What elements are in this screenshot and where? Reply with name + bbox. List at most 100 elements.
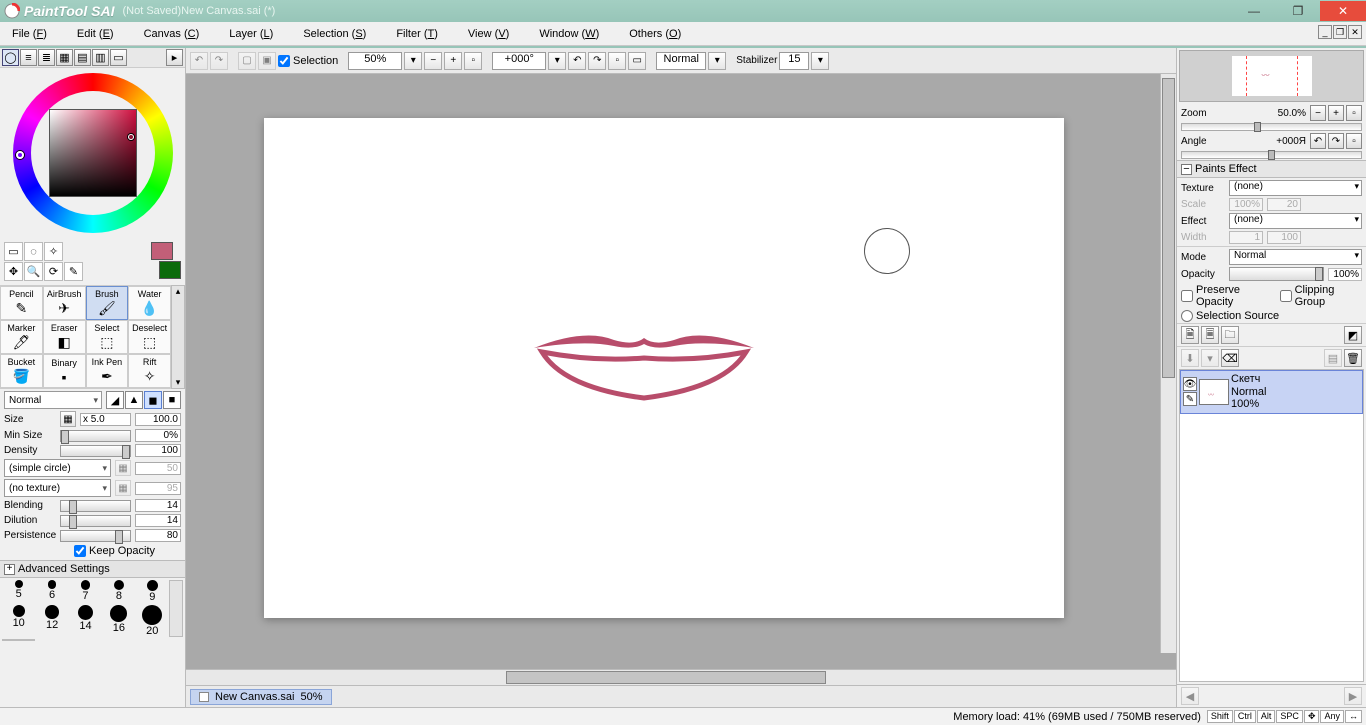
dilution-value[interactable]: 14 — [135, 514, 181, 527]
tool-wand[interactable]: ✧ — [44, 242, 63, 261]
fx-texture-dropdown[interactable]: (none) — [1229, 180, 1362, 196]
nav-zoom-reset-button[interactable]: ▫ — [1346, 105, 1362, 121]
brush-texture-dropdown[interactable]: (no texture) — [4, 479, 111, 497]
zoom-dropdown-button[interactable]: ▾ — [404, 52, 422, 70]
selection-source-radio[interactable] — [1181, 310, 1193, 322]
color-grid2-button[interactable]: ▤ — [74, 49, 91, 66]
color-collapse-button[interactable]: ▸ — [166, 49, 183, 66]
brush-blendmode-dropdown[interactable]: Normal — [4, 391, 102, 409]
tool-rotate[interactable]: ⟳ — [44, 262, 63, 281]
density-value[interactable]: 100 — [135, 444, 181, 457]
blending-slider[interactable] — [60, 500, 131, 512]
zoom-in-button[interactable]: + — [444, 52, 462, 70]
nav-zoom-slider[interactable] — [1181, 123, 1362, 131]
blending-value[interactable]: 14 — [135, 499, 181, 512]
nav-rot-ccw-button[interactable]: ↶ — [1310, 133, 1326, 149]
menu-edit[interactable]: Edit (E) — [71, 26, 120, 42]
menu-window[interactable]: Window (W) — [533, 26, 605, 42]
deselect-button[interactable]: ▢ — [238, 52, 256, 70]
hue-cursor[interactable] — [16, 151, 24, 159]
tool-dropper[interactable]: ✎ — [64, 262, 83, 281]
persistence-slider[interactable] — [60, 530, 131, 542]
nav-rot-reset-button[interactable]: ▫ — [1346, 133, 1362, 149]
color-grid3-button[interactable]: ▥ — [92, 49, 109, 66]
tool-rect-select[interactable]: ▭ — [4, 242, 23, 261]
fg-color-swatch[interactable] — [151, 242, 173, 260]
brush-size-16[interactable]: 16 — [102, 605, 135, 637]
undo-button[interactable]: ↶ — [190, 52, 208, 70]
invert-sel-button[interactable]: ▣ — [258, 52, 276, 70]
brush-shape-dropdown[interactable]: (simple circle) — [4, 459, 111, 477]
rotate-ccw-button[interactable]: ↶ — [568, 52, 586, 70]
edge-shape-4[interactable]: ■ — [163, 391, 181, 409]
minsize-slider[interactable] — [60, 430, 131, 442]
brush-tool-water[interactable]: Water💧 — [128, 286, 171, 320]
layer-opacity-slider[interactable] — [1229, 267, 1324, 281]
tool-zoom[interactable]: 🔍 — [24, 262, 43, 281]
show-selection-checkbox[interactable] — [278, 55, 290, 67]
angle-dropdown-button[interactable]: ▾ — [548, 52, 566, 70]
nav-angle-slider[interactable] — [1181, 151, 1362, 159]
keep-opacity-checkbox[interactable] — [74, 545, 86, 557]
brush-tool-eraser[interactable]: Eraser◧ — [43, 320, 86, 354]
brush-tool-pencil[interactable]: Pencil✎ — [0, 286, 43, 320]
horizontal-scrollbar[interactable] — [186, 669, 1176, 685]
canvas[interactable] — [264, 118, 1064, 618]
window-maximize-button[interactable]: ❐ — [1276, 1, 1320, 21]
mode-dropdown-button[interactable]: ▾ — [708, 52, 726, 70]
fx-effect-dropdown[interactable]: (none) — [1229, 213, 1362, 229]
brush-size-10[interactable]: 10 — [2, 605, 35, 637]
brush-tool-deselect[interactable]: Deselect⬚ — [128, 320, 171, 354]
vertical-scrollbar[interactable] — [1160, 74, 1176, 653]
color-bars1-button[interactable]: ≡ — [20, 49, 37, 66]
size-scrollbar[interactable] — [169, 580, 183, 637]
mdi-minimize-button[interactable]: _ — [1318, 25, 1332, 39]
mdi-restore-button[interactable]: ❐ — [1333, 25, 1347, 39]
delete-layer-button[interactable]: 🗑 — [1344, 349, 1362, 367]
new-layer-button[interactable]: 🗎 — [1181, 326, 1199, 344]
color-bars2-button[interactable]: ≣ — [38, 49, 55, 66]
size-value[interactable]: 100.0 — [135, 413, 181, 426]
canvas-viewport[interactable] — [186, 74, 1176, 669]
brush-size-7[interactable]: 7 — [69, 580, 102, 603]
navigator[interactable]: 〰 — [1179, 50, 1364, 102]
layer-item[interactable]: 👁 ✎ 〰 Скетч Normal 100% — [1180, 370, 1363, 414]
new-folder-button[interactable]: 🗀 — [1221, 326, 1239, 344]
window-minimize-button[interactable]: — — [1232, 1, 1276, 21]
brush-size-9[interactable]: 9 — [136, 580, 169, 603]
size-popup-button[interactable]: ▦ — [60, 411, 76, 427]
advanced-settings-header[interactable]: + Advanced Settings — [0, 560, 185, 578]
brush-tool-bucket[interactable]: Bucket🪣 — [0, 354, 43, 388]
brush-grid-scrollbar[interactable]: ▴▾ — [171, 285, 185, 389]
nav-zoom-in-button[interactable]: + — [1328, 105, 1344, 121]
stabilizer-value[interactable]: 15 — [779, 52, 809, 70]
dilution-slider[interactable] — [60, 515, 131, 527]
menu-filter[interactable]: Filter (T) — [390, 26, 444, 42]
brush-size-14[interactable]: 14 — [69, 605, 102, 637]
layer-list[interactable]: 👁 ✎ 〰 Скетч Normal 100% — [1179, 369, 1364, 682]
color-wheel-mode-button[interactable]: ◯ — [2, 49, 19, 66]
brush-tool-marker[interactable]: Marker🖊 — [0, 320, 43, 354]
layer-edit-toggle[interactable]: ✎ — [1183, 392, 1197, 406]
menu-file[interactable]: File (F) — [6, 26, 53, 42]
angle-input[interactable]: +000° — [492, 52, 546, 70]
preserve-opacity-checkbox[interactable] — [1181, 290, 1193, 302]
layer-mode-display[interactable]: Normal — [656, 52, 706, 70]
density-slider[interactable] — [60, 445, 131, 457]
tool-move[interactable]: ✥ — [4, 262, 23, 281]
color-scratch-button[interactable]: ▭ — [110, 49, 127, 66]
paints-effect-header[interactable]: − Paints Effect — [1177, 160, 1366, 178]
sv-cursor[interactable] — [128, 134, 134, 140]
brush-size-8[interactable]: 8 — [102, 580, 135, 603]
brush-tool-inkpen[interactable]: Ink Pen✒ — [86, 354, 129, 388]
edge-shape-2[interactable]: ▲ — [125, 391, 143, 409]
brush-tool-rift[interactable]: Rift✧ — [128, 354, 171, 388]
sv-square[interactable] — [49, 109, 137, 197]
menu-selection[interactable]: Selection (S) — [297, 26, 372, 42]
zoom-input[interactable]: 50% — [348, 52, 402, 70]
layer-visibility-toggle[interactable]: 👁 — [1183, 377, 1197, 391]
zoom-fit-button[interactable]: ▫ — [464, 52, 482, 70]
stabilizer-dropdown-button[interactable]: ▾ — [811, 52, 829, 70]
brush-tool-binary[interactable]: Binary▪ — [43, 354, 86, 388]
redo-button[interactable]: ↷ — [210, 52, 228, 70]
